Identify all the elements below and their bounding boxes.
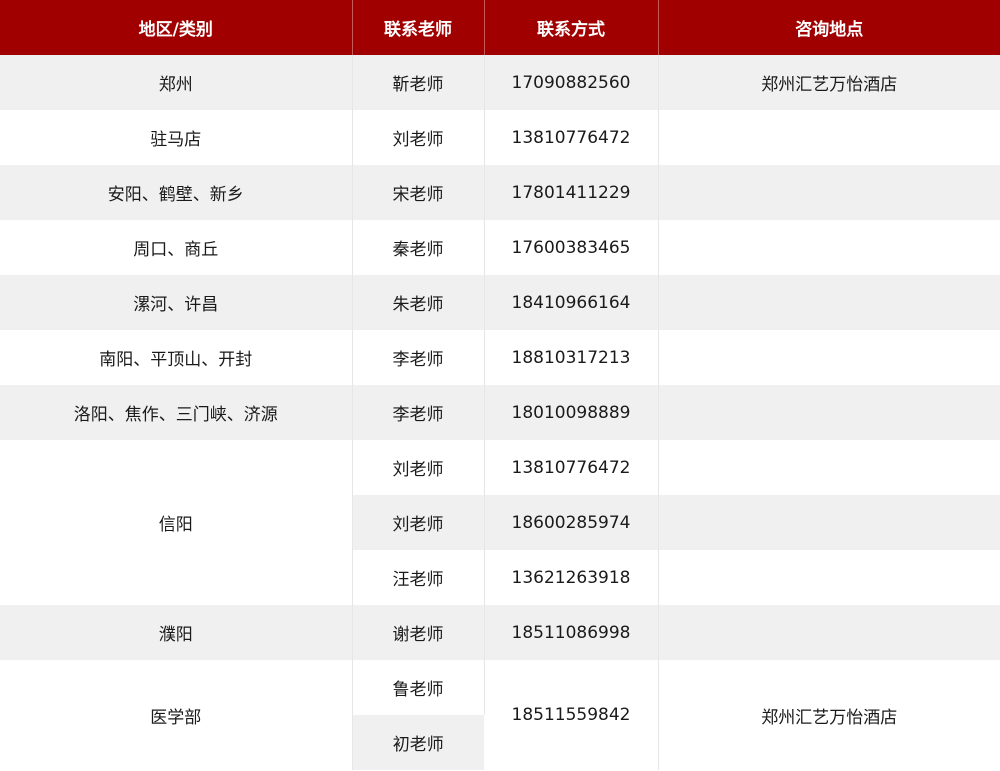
location-cell (658, 495, 1000, 550)
location-cell (658, 440, 1000, 495)
region-cell: 漯河、许昌 (0, 275, 353, 330)
teacher-cell: 朱老师 (352, 275, 485, 330)
table-row: 驻马店 刘老师 13810776472 (0, 110, 1000, 165)
header-teacher: 联系老师 (352, 0, 485, 55)
teacher-cell: 初老师 (352, 715, 484, 770)
teacher-cell: 刘老师 (352, 495, 485, 550)
teacher-cell: 鲁老师 (352, 660, 485, 715)
phone-cell: 18511086998 (484, 605, 659, 660)
phone-cell: 17801411229 (484, 165, 659, 220)
teacher-cell: 靳老师 (352, 55, 485, 110)
table-row: 信阳 刘老师 13810776472 (0, 440, 1000, 605)
table-row: 濮阳 谢老师 18511086998 (0, 605, 1000, 660)
phone-cell: 18511559842 (484, 660, 659, 770)
phone-cell: 18410966164 (484, 275, 659, 330)
location-cell (658, 605, 1000, 660)
region-cell: 洛阳、焦作、三门峡、济源 (0, 385, 353, 440)
location-cell: 郑州汇艺万怡酒店 (658, 55, 1000, 110)
teacher-cell: 谢老师 (352, 605, 485, 660)
teacher-cell: 秦老师 (352, 220, 485, 275)
region-cell: 驻马店 (0, 110, 353, 165)
phone-cell: 17090882560 (484, 55, 659, 110)
table-row: 南阳、平顶山、开封 李老师 18810317213 (0, 330, 1000, 385)
phone-cell: 17600383465 (484, 220, 659, 275)
phone-cell: 18600285974 (484, 495, 659, 550)
location-cell (658, 550, 1000, 605)
teacher-cell: 李老师 (352, 385, 485, 440)
header-region: 地区/类别 (0, 0, 353, 55)
teacher-cell: 汪老师 (352, 550, 485, 605)
location-cell (658, 165, 1000, 220)
phone-cell: 18010098889 (484, 385, 659, 440)
phone-cell: 13810776472 (484, 440, 659, 495)
phone-cell: 13621263918 (484, 550, 659, 605)
header-phone: 联系方式 (484, 0, 659, 55)
teacher-cell: 李老师 (352, 330, 485, 385)
region-cell: 安阳、鹤壁、新乡 (0, 165, 353, 220)
location-cell: 郑州汇艺万怡酒店 (658, 660, 1000, 770)
table-row: 郑州 靳老师 17090882560 郑州汇艺万怡酒店 (0, 55, 1000, 110)
phone-cell: 18810317213 (484, 330, 659, 385)
header-row: 地区/类别 联系老师 联系方式 咨询地点 (0, 0, 1000, 55)
table-row: 医学部 鲁老师 18511559842 郑州汇艺万怡酒店 (0, 660, 1000, 770)
location-cell (658, 220, 1000, 275)
location-cell (658, 385, 1000, 440)
region-cell: 濮阳 (0, 605, 353, 660)
region-cell: 医学部 (0, 660, 353, 770)
location-cell (658, 275, 1000, 330)
table-row: 漯河、许昌 朱老师 18410966164 (0, 275, 1000, 330)
header-location: 咨询地点 (658, 0, 1000, 55)
location-cell (658, 110, 1000, 165)
region-cell: 郑州 (0, 55, 353, 110)
teacher-cell: 刘老师 (352, 110, 485, 165)
location-cell (658, 330, 1000, 385)
table-row: 周口、商丘 秦老师 17600383465 (0, 220, 1000, 275)
table-row: 安阳、鹤壁、新乡 宋老师 17801411229 (0, 165, 1000, 220)
table-row: 洛阳、焦作、三门峡、济源 李老师 18010098889 (0, 385, 1000, 440)
phone-cell: 13810776472 (484, 110, 659, 165)
teacher-cell: 刘老师 (352, 440, 485, 495)
region-cell: 南阳、平顶山、开封 (0, 330, 353, 385)
region-cell: 信阳 (0, 440, 353, 605)
teacher-cell: 宋老师 (352, 165, 485, 220)
contact-table: 地区/类别 联系老师 联系方式 咨询地点 郑州 靳老师 17090882560 … (0, 0, 1000, 770)
region-cell: 周口、商丘 (0, 220, 353, 275)
